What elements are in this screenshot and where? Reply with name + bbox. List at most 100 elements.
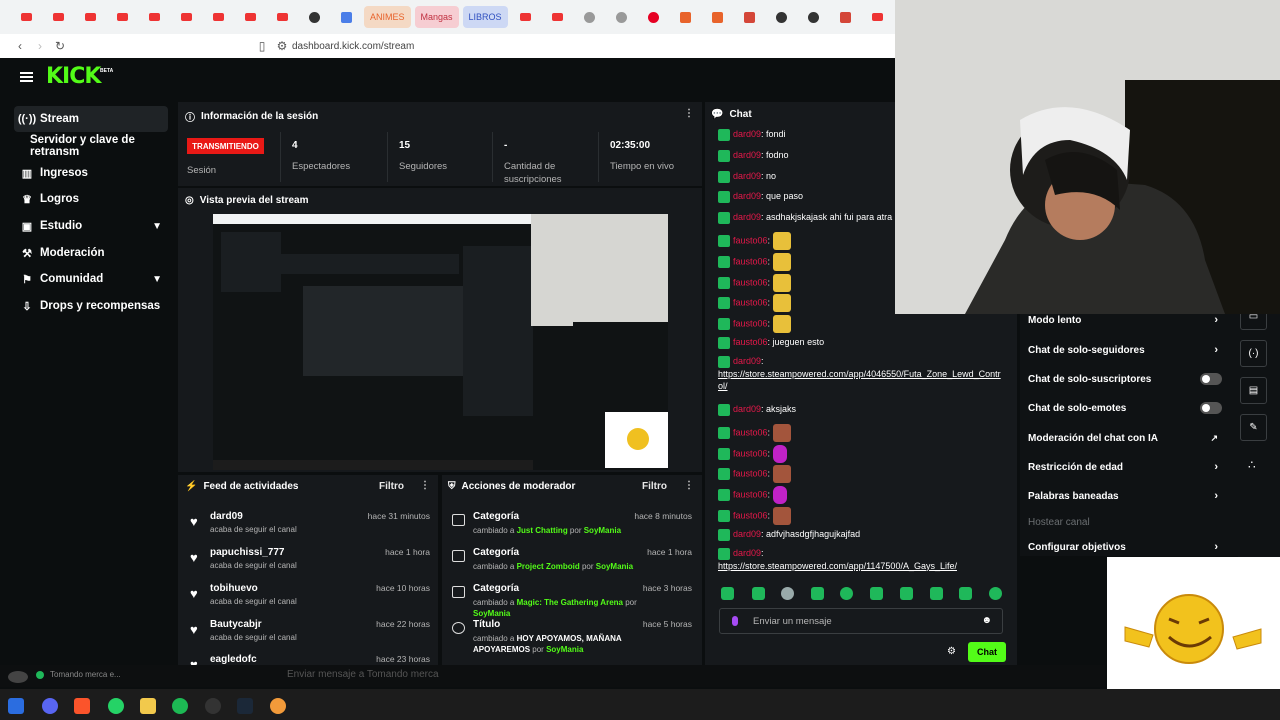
openai-bookmark-icon[interactable] — [298, 0, 330, 34]
bookmark-icon[interactable] — [606, 0, 638, 34]
app-icon[interactable] — [270, 698, 286, 714]
chat-username[interactable]: dard09 — [733, 356, 761, 366]
url-field[interactable]: dashboard.kick.com/stream — [292, 41, 414, 52]
chat-username[interactable]: dard09 — [733, 171, 761, 181]
emote-icon[interactable] — [900, 587, 913, 600]
more-options-icon[interactable]: ⋮ — [684, 481, 694, 491]
youtube-bookmark-icon[interactable] — [138, 0, 170, 34]
youtube-bookmark-icon[interactable] — [74, 0, 106, 34]
bookmark-folder-mangas[interactable]: Mangas — [414, 6, 459, 28]
emote-icon[interactable] — [930, 587, 943, 600]
emote-icon[interactable] — [752, 587, 765, 600]
youtube-bookmark-icon[interactable] — [42, 0, 74, 34]
pinterest-bookmark-icon[interactable] — [638, 0, 670, 34]
chat-setting-item[interactable]: Restricción de edad › — [1028, 455, 1222, 479]
chat-username[interactable]: fausto06 — [733, 448, 768, 458]
sidebar-item-estudio[interactable]: ▣ Estudio ▼ — [14, 213, 168, 239]
chat-username[interactable]: fausto06 — [733, 297, 768, 307]
bookmark-folder-libros[interactable]: LIBROS — [462, 6, 508, 28]
hamburger-menu-icon[interactable] — [20, 72, 33, 82]
docs-bookmark-icon[interactable] — [330, 0, 362, 34]
emote-icon[interactable] — [840, 587, 853, 600]
bookmark-icon[interactable] — [766, 0, 798, 34]
gmail-bookmark-icon[interactable] — [734, 0, 766, 34]
emote-icon[interactable] — [811, 587, 824, 600]
sidebar-item-drops[interactable]: ⇩ Drops y recompensas — [14, 293, 168, 319]
file-explorer-icon[interactable] — [140, 698, 156, 714]
gmail-bookmark-icon[interactable] — [830, 0, 862, 34]
detail-user[interactable]: SoyMania — [596, 562, 633, 571]
chat-link[interactable]: https://store.steampowered.com/app/11475… — [718, 560, 1004, 572]
emote-icon[interactable] — [781, 587, 794, 600]
stream-preview-video[interactable] — [213, 214, 668, 470]
youtube-bookmark-icon[interactable] — [862, 0, 894, 34]
chat-setting-item[interactable]: Moderación del chat con IA ↗ — [1028, 426, 1222, 450]
sidebar-item-logros[interactable]: ♛ Logros — [14, 186, 168, 212]
chat-username[interactable]: fausto06 — [733, 510, 768, 520]
bookmark-icon[interactable] — [574, 0, 606, 34]
forward-icon[interactable]: › — [30, 39, 50, 53]
layout-tool-icon[interactable]: ▤ — [1240, 377, 1267, 404]
emote-icon[interactable] — [870, 587, 883, 600]
chat-link[interactable]: https://store.steampowered.com/app/40465… — [718, 368, 1004, 392]
chat-message-input[interactable]: Enviar un mensaje ☻ — [719, 608, 1003, 634]
youtube-bookmark-icon[interactable] — [510, 0, 542, 34]
windows-start-icon[interactable] — [8, 698, 24, 714]
toggle-switch[interactable] — [1200, 402, 1222, 414]
bookmark-icon[interactable] — [702, 0, 734, 34]
chat-setting-item[interactable]: Palabras baneadas › — [1028, 484, 1222, 508]
youtube-bookmark-icon[interactable] — [202, 0, 234, 34]
chat-username[interactable]: fausto06 — [733, 468, 768, 478]
chat-username[interactable]: fausto06 — [733, 256, 768, 266]
feed-username[interactable]: papuchissi_777 — [210, 547, 284, 558]
back-icon[interactable]: ‹ — [10, 39, 30, 53]
whatsapp-icon[interactable] — [108, 698, 124, 714]
chat-username[interactable]: dard09 — [733, 150, 761, 160]
detail-user[interactable]: SoyMania — [473, 609, 510, 618]
broadcast-tool-icon[interactable]: (·) — [1240, 340, 1267, 367]
youtube-bookmark-icon[interactable] — [170, 0, 202, 34]
send-chat-button[interactable]: Chat — [968, 642, 1006, 662]
obs-icon[interactable] — [205, 698, 221, 714]
chat-setting-item[interactable]: Configurar objetivos › — [1028, 535, 1222, 559]
toggle-switch[interactable] — [1200, 373, 1222, 385]
detail-user[interactable]: SoyMania — [584, 526, 621, 535]
youtube-bookmark-icon[interactable] — [266, 0, 298, 34]
chat-username[interactable]: fausto06 — [733, 277, 768, 287]
feed-filter-button[interactable]: Filtro — [379, 481, 404, 492]
youtube-bookmark-icon[interactable] — [106, 0, 138, 34]
wrench-icon[interactable]: ✎ — [1240, 414, 1267, 441]
feed-username[interactable]: dard09 — [210, 511, 243, 522]
bookmark-icon[interactable] — [670, 0, 702, 34]
sidebar-item-comunidad[interactable]: ⚑ Comunidad ▼ — [14, 266, 168, 292]
youtube-bookmark-icon[interactable] — [10, 0, 42, 34]
more-options-icon[interactable]: ⋮ — [684, 109, 694, 119]
chat-username[interactable]: dard09 — [733, 129, 761, 139]
spotify-icon[interactable] — [172, 698, 188, 714]
feed-username[interactable]: Bautycabjr — [210, 619, 262, 630]
chat-username[interactable]: fausto06 — [733, 337, 768, 347]
sidebar-item-stream[interactable]: ((·)) Stream — [14, 106, 168, 132]
chat-username[interactable]: fausto06 — [733, 427, 768, 437]
chat-setting-item[interactable]: Chat de solo-emotes — [1028, 396, 1222, 420]
chat-username[interactable]: dard09 — [733, 404, 761, 414]
kick-logo[interactable]: KICK — [46, 64, 101, 89]
emote-icon[interactable] — [721, 587, 734, 600]
chat-username[interactable]: dard09 — [733, 529, 761, 539]
feed-username[interactable]: eagledofc — [210, 654, 257, 665]
emoji-picker-icon[interactable]: ☻ — [981, 615, 992, 626]
bookmark-star-icon[interactable]: ▯ — [252, 39, 272, 53]
chat-settings-gear-icon[interactable]: ⚙ — [947, 646, 956, 657]
site-info-icon[interactable]: ⚙ — [272, 39, 292, 53]
share-icon[interactable]: ∴ — [1248, 458, 1256, 472]
sidebar-item-moderacion[interactable]: ⚒ Moderación — [14, 240, 168, 266]
bookmark-folder-animes[interactable]: ANIMES — [364, 6, 411, 28]
chat-username[interactable]: dard09 — [733, 191, 761, 201]
bookmark-icon[interactable] — [798, 0, 830, 34]
chat-setting-item[interactable]: Chat de solo-suscriptores — [1028, 367, 1222, 391]
emote-icon[interactable] — [959, 587, 972, 600]
youtube-bookmark-icon[interactable] — [542, 0, 574, 34]
brave-icon[interactable] — [74, 698, 90, 714]
sidebar-item-ingresos[interactable]: ▥ Ingresos — [14, 160, 168, 186]
emote-icon[interactable] — [989, 587, 1002, 600]
